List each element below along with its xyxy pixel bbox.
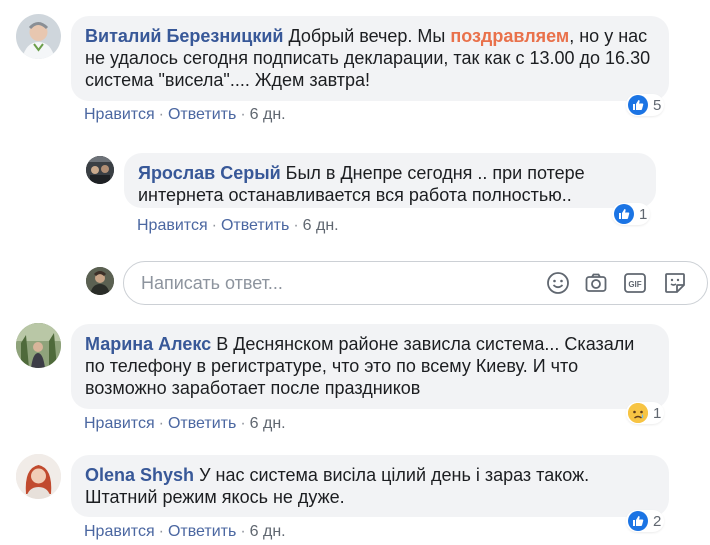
- camera-icon[interactable]: [584, 271, 608, 295]
- avatar[interactable]: [16, 454, 61, 499]
- reaction-summary[interactable]: 2: [626, 510, 665, 532]
- reply-link[interactable]: Ответить: [168, 523, 236, 540]
- comment-time[interactable]: 6 дн.: [250, 415, 286, 432]
- comment-bubble: Ярослав Серый Был в Днепре сегодня .. пр…: [124, 153, 656, 208]
- comment-author[interactable]: Olena Shysh: [85, 465, 194, 485]
- highlighted-word: поздравляем: [450, 26, 570, 46]
- reaction-summary[interactable]: 1: [612, 203, 651, 225]
- comment-time[interactable]: 6 дн.: [250, 523, 286, 540]
- reaction-count: 1: [653, 404, 662, 422]
- svg-text:GIF: GIF: [628, 280, 641, 289]
- comment-author[interactable]: Марина Алекс: [85, 334, 211, 354]
- avatar[interactable]: [16, 323, 61, 368]
- reaction-count: 2: [653, 512, 662, 530]
- reaction-summary[interactable]: 1: [626, 402, 665, 424]
- comment-actions: Нравится · Ответить · 6 дн.: [137, 217, 339, 234]
- reaction-count: 5: [653, 96, 662, 114]
- like-link[interactable]: Нравится: [137, 217, 208, 234]
- like-reaction-icon: [614, 204, 634, 224]
- reaction-summary[interactable]: 5: [626, 94, 665, 116]
- like-link[interactable]: Нравится: [84, 106, 155, 123]
- comment-actions: Нравится · Ответить · 6 дн.: [84, 415, 286, 432]
- comment-bubble: Olena Shysh У нас система висіла цілий д…: [71, 455, 669, 517]
- comment-bubble: Марина Алекс В Деснянском районе зависла…: [71, 324, 669, 409]
- reply-placeholder: Написать ответ...: [141, 273, 283, 293]
- like-reaction-icon: [628, 95, 648, 115]
- sticker-icon[interactable]: [663, 271, 687, 295]
- like-link[interactable]: Нравится: [84, 523, 155, 540]
- gif-icon[interactable]: GIF: [623, 271, 647, 295]
- avatar[interactable]: [86, 156, 114, 184]
- comment-author[interactable]: Ярослав Серый: [138, 163, 281, 183]
- comment-actions: Нравится · Ответить · 6 дн.: [84, 523, 286, 540]
- reply-link[interactable]: Ответить: [168, 106, 236, 123]
- reply-link[interactable]: Ответить: [168, 415, 236, 432]
- sad-reaction-icon: [628, 403, 648, 423]
- like-reaction-icon: [628, 511, 648, 531]
- emoji-icon[interactable]: [546, 271, 570, 295]
- reply-link[interactable]: Ответить: [221, 217, 289, 234]
- avatar[interactable]: [16, 14, 61, 59]
- reaction-count: 1: [639, 205, 648, 223]
- like-link[interactable]: Нравится: [84, 415, 155, 432]
- comment-time[interactable]: 6 дн.: [250, 106, 286, 123]
- reply-input[interactable]: Написать ответ... GIF: [123, 261, 708, 305]
- comment-author[interactable]: Виталий Березницкий: [85, 26, 284, 46]
- comment-bubble: Виталий Березницкий Добрый вечер. Мы поз…: [71, 16, 669, 101]
- comment-actions: Нравится · Ответить · 6 дн.: [84, 106, 286, 123]
- comment-time[interactable]: 6 дн.: [303, 217, 339, 234]
- current-user-avatar: [86, 267, 114, 295]
